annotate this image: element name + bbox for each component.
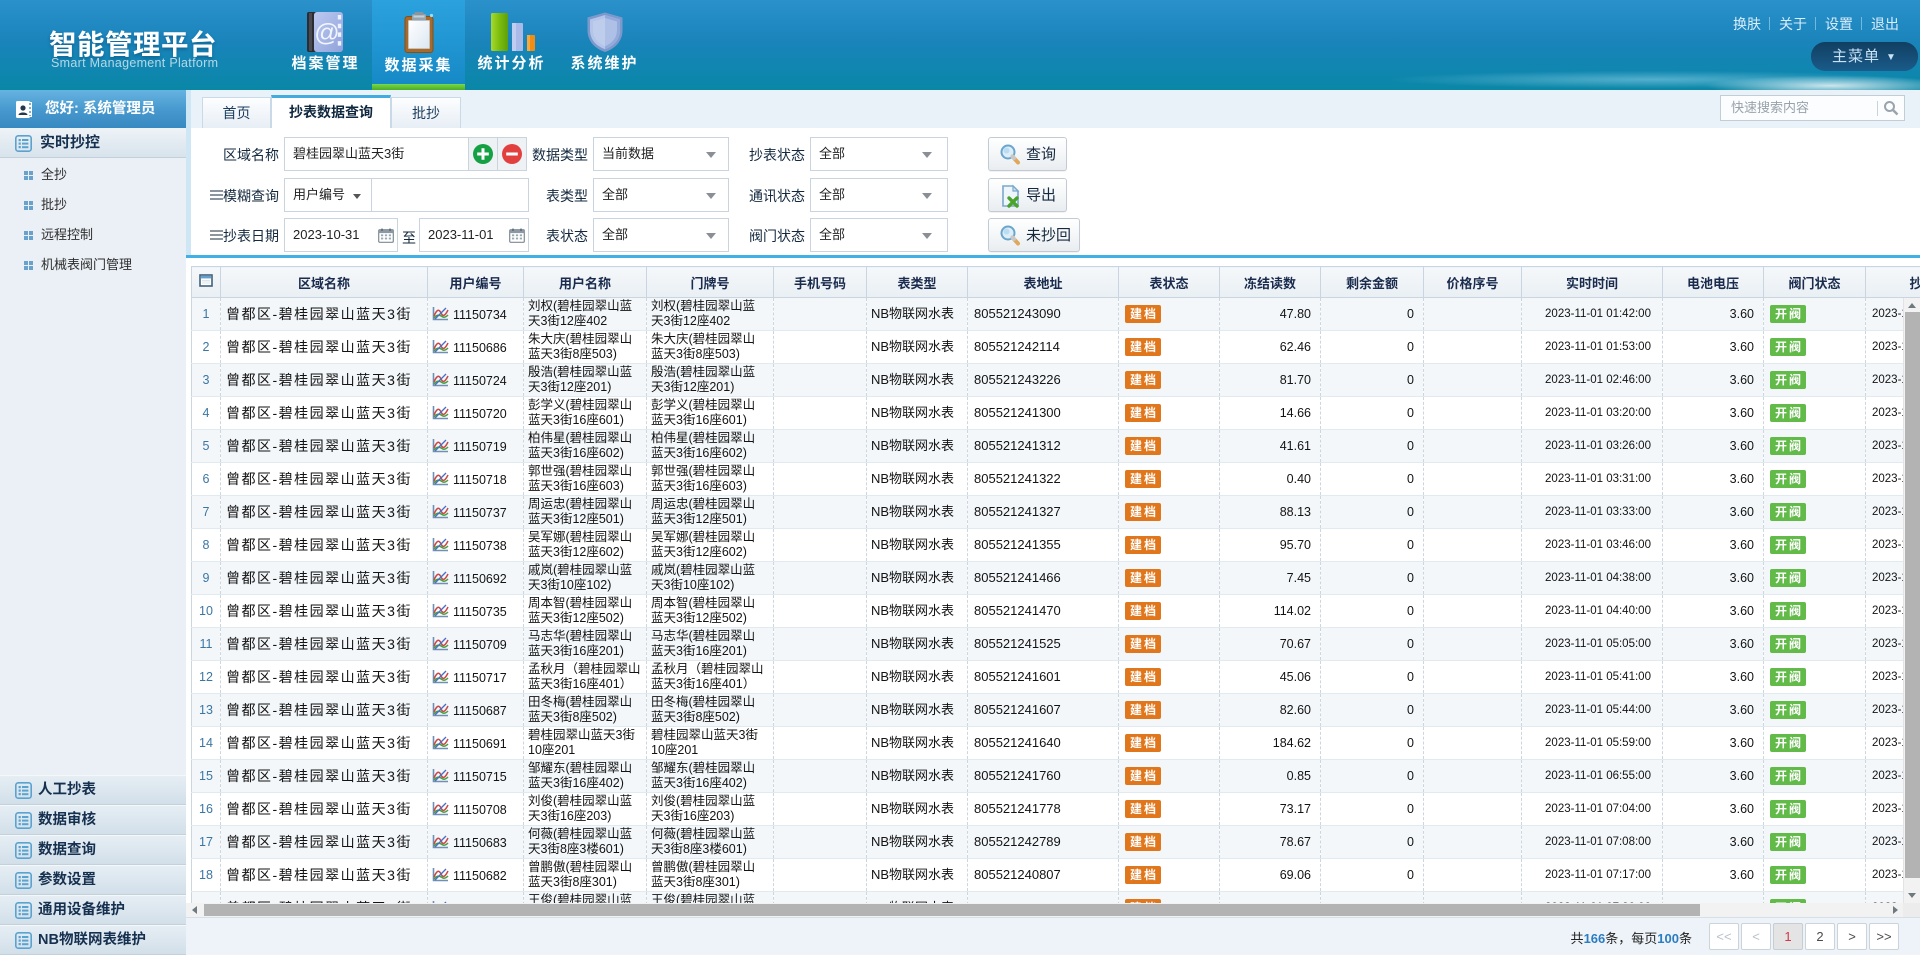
svg-text:@: @ [314,19,339,47]
